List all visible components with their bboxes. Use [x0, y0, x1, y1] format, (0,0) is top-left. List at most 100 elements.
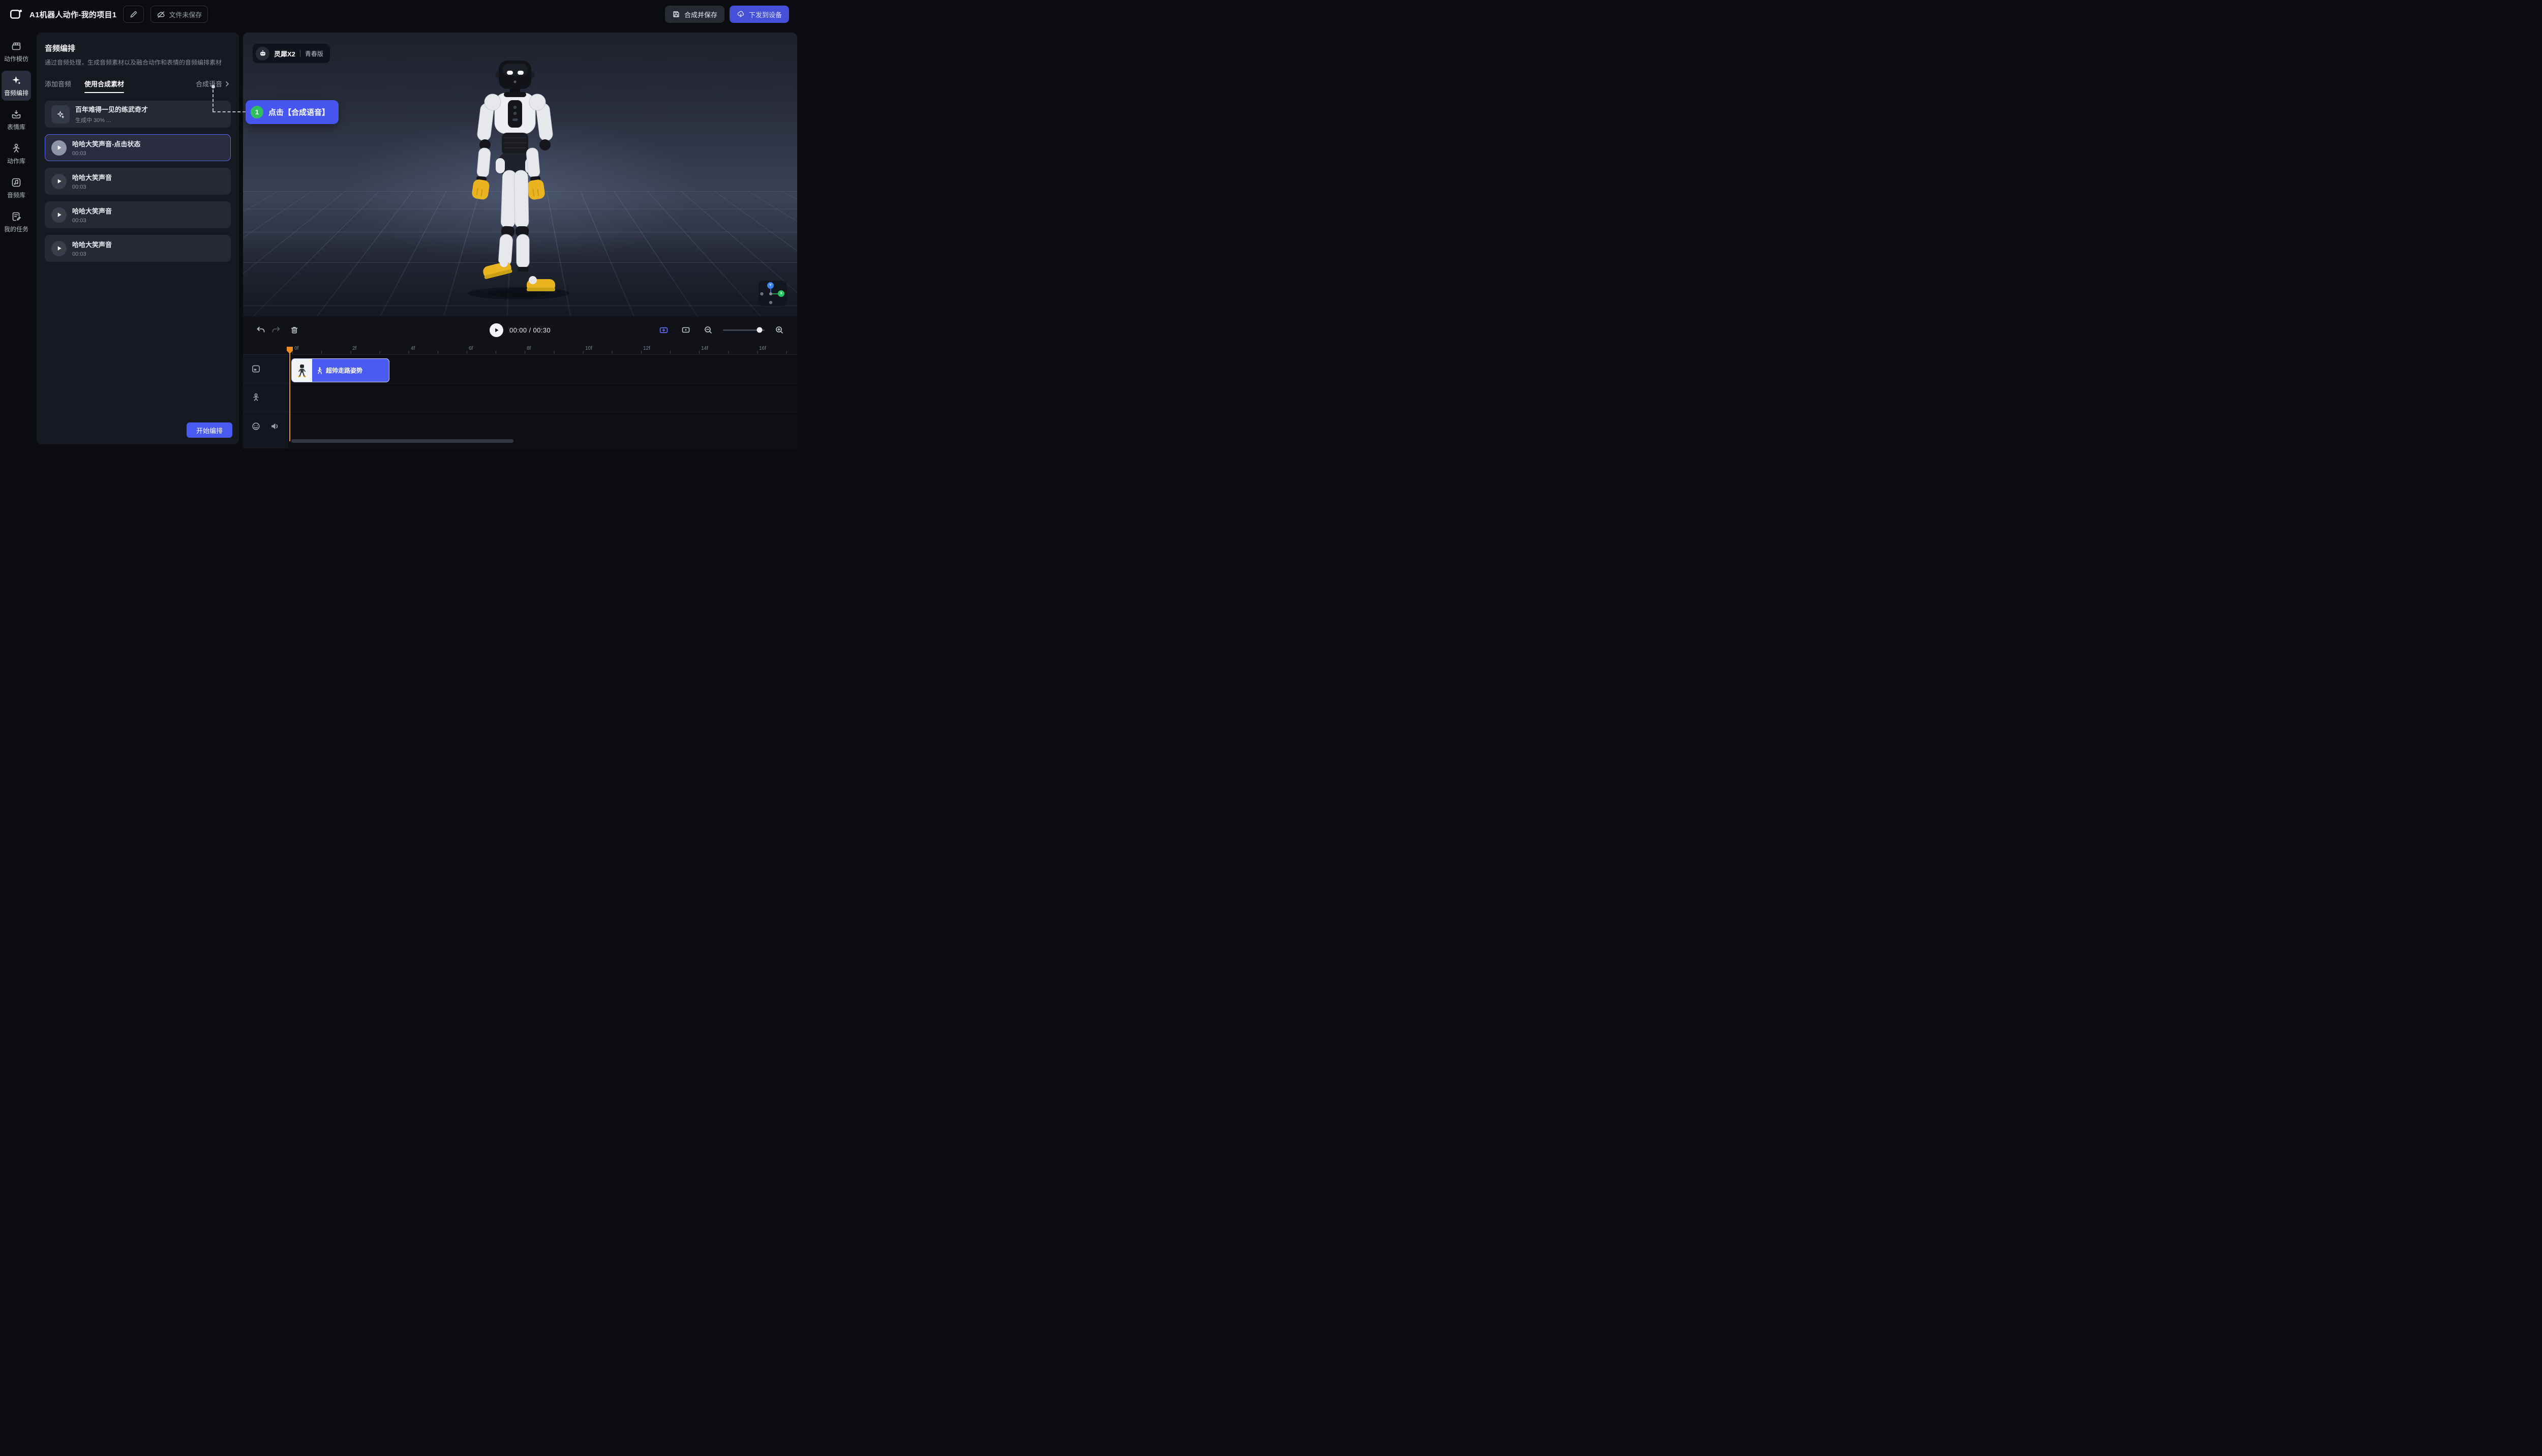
audio-arrange-icon — [11, 75, 22, 86]
expression-track-icon[interactable] — [251, 421, 261, 431]
time-display: 00:00 / 00:30 — [509, 326, 551, 334]
timeline-ruler[interactable]: 0f 2f 4f 6f 8f 10f 12f 14f 16f — [243, 344, 797, 355]
cloud-download-icon — [737, 10, 745, 18]
nav-item-my-tasks[interactable]: 我的任务 — [2, 207, 31, 237]
play-audio-button[interactable] — [51, 174, 67, 189]
gizmo-axis-y[interactable]: Y — [767, 282, 774, 289]
save-icon — [672, 10, 680, 18]
model-badge: 灵犀X2 青春版 — [253, 44, 330, 63]
timeline-controls: 00:00 / 00:30 — [243, 316, 797, 344]
delete-clip-button[interactable] — [287, 322, 302, 338]
my-tasks-icon — [11, 211, 22, 222]
action-library-icon — [11, 143, 22, 154]
guide-tooltip[interactable]: 1 点击【合成语音】 — [246, 100, 339, 124]
keyframe-view-button[interactable] — [678, 322, 693, 338]
save-button-label: 合成并保存 — [684, 10, 717, 19]
track-header-column — [243, 355, 288, 448]
guide-tooltip-text: 点击【合成语音】 — [268, 107, 329, 117]
track-header-motion — [243, 355, 287, 383]
zoom-out-button[interactable] — [701, 322, 716, 338]
axis-gizmo[interactable]: Y X — [759, 281, 787, 306]
deploy-button[interactable]: 下发到设备 — [730, 6, 789, 23]
audio-item-duration: 00:03 — [72, 150, 140, 157]
expression-library-icon — [11, 109, 22, 120]
timeline-tracks: 超帅走路姿势 — [243, 355, 797, 448]
audio-item-title: 哈哈大笑声音 — [72, 239, 112, 249]
panel-subtitle: 通过音频处理，生成音频素材以及融合动作和表情的音频编排素材 — [45, 58, 231, 67]
rename-project-button[interactable] — [123, 6, 144, 23]
audio-item[interactable]: 哈哈大笑声音 00:03 — [45, 235, 231, 262]
playhead-line — [289, 353, 290, 441]
redo-button[interactable] — [268, 322, 284, 338]
guide-step-badge: 1 — [251, 106, 263, 118]
timeline-horizontal-scrollbar[interactable] — [291, 439, 513, 443]
audio-item-selected[interactable]: 哈哈大笑声音-点击状态 00:03 — [45, 134, 231, 161]
gizmo-axis-x[interactable]: X — [778, 290, 784, 297]
tab-use-synth-material[interactable]: 使用合成素材 — [84, 79, 124, 88]
audio-item-generating[interactable]: 百年难得一见的练武奇才 生成中 30% ... — [45, 101, 231, 128]
ruler-label: 4f — [411, 346, 415, 351]
audio-item[interactable]: 哈哈大笑声音 00:03 — [45, 201, 231, 228]
track-header-audio — [243, 412, 287, 440]
synth-voice-label: 合成语音 — [196, 79, 222, 88]
start-arrange-button[interactable]: 开始编排 — [187, 422, 232, 438]
timeline-tools — [656, 322, 787, 338]
walking-person-icon — [316, 367, 323, 374]
guide-connector-vertical — [213, 89, 214, 111]
zoom-slider[interactable] — [723, 329, 765, 331]
audio-item[interactable]: 哈哈大笑声音 00:03 — [45, 168, 231, 195]
viewport-3d[interactable]: 灵犀X2 青春版 — [243, 33, 797, 316]
nav-item-expression-library[interactable]: 表情库 — [2, 105, 31, 135]
file-status-label: 文件未保存 — [169, 10, 202, 19]
pencil-icon — [129, 10, 138, 19]
audio-arrange-panel: 音频编排 通过音频处理，生成音频素材以及融合动作和表情的音频编排素材 添加音频 … — [37, 33, 239, 444]
motion-imitate-icon — [11, 41, 22, 52]
speaker-icon[interactable] — [270, 421, 280, 431]
audio-item-title: 哈哈大笑声音 — [72, 172, 112, 182]
timeline-clip-walk-pose[interactable]: 超帅走路姿势 — [291, 358, 389, 382]
audio-item-duration: 00:03 — [72, 251, 112, 257]
audio-item-title: 哈哈大笑声音-点击状态 — [72, 139, 140, 148]
robot-avatar-icon — [256, 47, 269, 60]
model-edition: 青春版 — [305, 49, 323, 58]
play-audio-button[interactable] — [51, 241, 67, 256]
nav-item-audio-library[interactable]: 音频库 — [2, 173, 31, 203]
ruler-label: 12f — [643, 346, 650, 351]
panel-tabs: 添加音频 使用合成素材 合成语音 — [45, 79, 231, 88]
top-bar: A1机器人动作-我的项目1 文件未保存 合成并保存 下发 — [0, 0, 797, 28]
audio-item-list: 百年难得一见的练武奇才 生成中 30% ... 哈哈大笑声音-点击状态 00:0… — [45, 101, 231, 262]
play-audio-button[interactable] — [51, 207, 67, 223]
audio-item-title: 哈哈大笑声音 — [72, 206, 112, 216]
nav-item-action-library[interactable]: 动作库 — [2, 139, 31, 169]
fit-timeline-button[interactable] — [656, 322, 671, 338]
nav-label: 动作模仿 — [4, 54, 28, 63]
panel-title: 音频编排 — [45, 43, 231, 53]
nav-item-audio-arrange[interactable]: 音频编排 — [2, 71, 31, 101]
play-button[interactable] — [490, 323, 503, 337]
ruler-label: 0f — [294, 346, 298, 351]
zoom-slider-knob[interactable] — [757, 327, 763, 333]
left-nav-rail: 动作模仿 音频编排 表情库 动作库 音频库 — [0, 28, 33, 448]
undo-button[interactable] — [253, 322, 268, 338]
zoom-in-button[interactable] — [772, 322, 787, 338]
audio-item-duration: 00:03 — [72, 218, 112, 224]
app-window: A1机器人动作-我的项目1 文件未保存 合成并保存 下发 — [0, 0, 797, 448]
action-track-icon[interactable] — [251, 392, 261, 402]
ruler-label: 8f — [527, 346, 531, 351]
save-button[interactable]: 合成并保存 — [665, 6, 724, 23]
robot-model[interactable] — [442, 58, 574, 302]
ruler-label: 14f — [701, 346, 708, 351]
track-header-action — [243, 383, 287, 412]
lane-separator — [243, 383, 797, 384]
tab-add-audio[interactable]: 添加音频 — [45, 79, 71, 88]
guide-anchor-dot — [211, 85, 215, 88]
model-name: 灵犀X2 — [274, 49, 295, 58]
main-region: 灵犀X2 青春版 — [243, 33, 797, 448]
play-audio-button[interactable] — [51, 140, 67, 156]
ruler-label: 6f — [469, 346, 473, 351]
file-status-button[interactable]: 文件未保存 — [150, 6, 208, 23]
ruler-label: 16f — [759, 346, 766, 351]
nav-item-motion-imitate[interactable]: 动作模仿 — [2, 37, 31, 67]
display-track-icon[interactable] — [251, 364, 261, 374]
nav-label: 我的任务 — [4, 225, 28, 233]
